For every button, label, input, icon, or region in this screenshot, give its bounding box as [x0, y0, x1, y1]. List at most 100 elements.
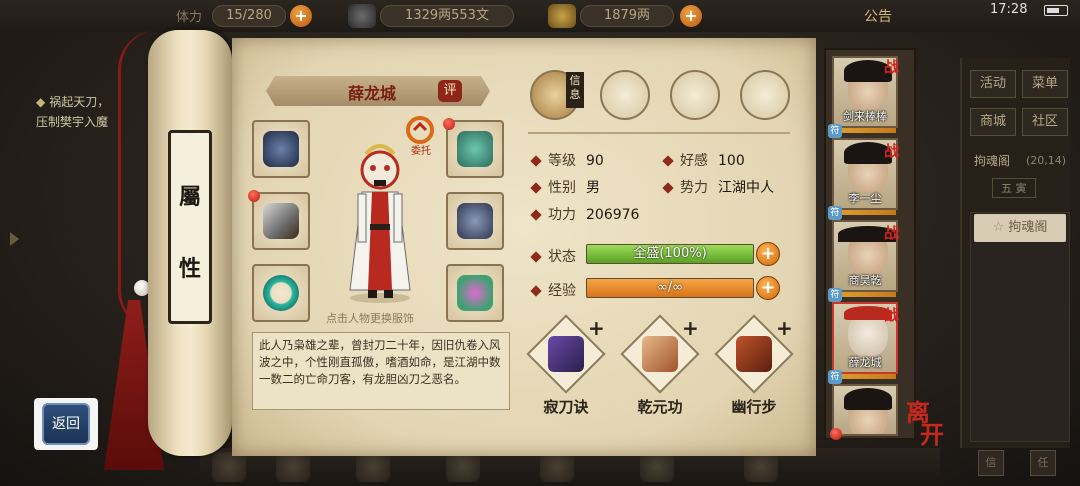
activity-button[interactable]: 活动 [970, 70, 1016, 98]
roster-cert-tag: 符 [828, 288, 842, 302]
stat-power: 功力 206976 [530, 204, 640, 224]
location-tag-label: 拘魂阁 [1008, 220, 1048, 235]
lock-icon: ☆ [992, 220, 1005, 235]
roster-name: 商昊乾 [848, 274, 882, 287]
leave-label-2: 开 [920, 420, 944, 449]
battle-tag: 战 [884, 306, 900, 324]
skill-name: 幽行步 [731, 398, 777, 416]
diamond-bullet-icon [530, 155, 542, 167]
bottom-menu-icon-4[interactable] [446, 452, 480, 482]
gender-value: 男 [586, 180, 600, 196]
bottom-menu-icon-2[interactable] [276, 452, 310, 482]
quest-title: 祸起天刀， [49, 95, 110, 109]
affinity-value: 100 [718, 153, 745, 169]
level-label: 等级 [548, 153, 576, 169]
battery-icon [1044, 5, 1068, 16]
roster-card-5[interactable] [832, 384, 898, 436]
exp-label: 经验 [548, 283, 576, 299]
stat-gender: 性别男 [530, 177, 600, 197]
status-add-button[interactable]: + [756, 242, 780, 266]
scarf-icon [457, 131, 493, 167]
community-button[interactable]: 社区 [1022, 108, 1068, 136]
gauntlet-icon [263, 131, 299, 167]
bottom-menu-icon-3[interactable] [356, 452, 390, 482]
affinity-label: 好感 [680, 153, 708, 169]
battle-tag: 战 [884, 224, 900, 242]
stamina-add-button[interactable]: + [290, 5, 312, 27]
battle-tag: 战 [884, 142, 900, 160]
copper-coin-icon [348, 4, 376, 28]
diamond-bullet-icon [530, 251, 542, 263]
roster-alert-dot [830, 428, 842, 440]
status-bar-text: 全盛(100%) [633, 246, 707, 261]
skill-upgrade-plus-icon[interactable]: + [776, 316, 793, 340]
diamond-bullet-icon [662, 182, 674, 194]
menu-button[interactable]: 菜单 [1022, 70, 1068, 98]
game-screen: 体力 15/280 + 1329两553文 1879两 + 公告 17:28 ◆… [0, 0, 1080, 486]
rate-button[interactable]: 评 [438, 80, 462, 102]
bottom-menu-icon-7[interactable] [744, 452, 778, 482]
skill-upgrade-plus-icon[interactable]: + [588, 316, 605, 340]
notice-button[interactable]: 公告 [864, 6, 892, 26]
roster-level-bar [834, 374, 896, 379]
skill-name: 乾元功 [637, 398, 683, 416]
character-name: 薛龙城 [347, 84, 396, 103]
bottom-menu-icon-1[interactable] [212, 452, 246, 482]
equip-slot-armor[interactable] [446, 192, 504, 250]
stat-exp: 经验 [530, 280, 576, 300]
equip-slot-accessory[interactable] [446, 264, 504, 322]
shop-button[interactable]: 商城 [970, 108, 1016, 136]
faction-value: 江湖中人 [718, 180, 774, 196]
skill-upgrade-plus-icon[interactable]: + [682, 316, 699, 340]
meridian-tab-icon[interactable] [740, 70, 790, 120]
diamond-bullet-icon [662, 155, 674, 167]
exp-bar: ∞/∞ [586, 278, 754, 298]
blade-scroll-icon [548, 336, 584, 372]
scroll-map-tab-icon[interactable] [600, 70, 650, 120]
weapon-alert-dot [248, 190, 260, 202]
equip-slot-gloves[interactable] [252, 120, 310, 178]
back-button-label: 返回 [42, 403, 90, 445]
back-button[interactable]: 返回 [34, 398, 98, 450]
gold-add-button[interactable]: + [680, 5, 702, 27]
roster-level-bar [834, 210, 896, 215]
right-bottom-button-b[interactable]: 任 [1030, 450, 1056, 476]
time-of-day: 五 寅 [992, 178, 1036, 198]
roster-level-bar [834, 292, 896, 297]
bottom-menu-icon-5[interactable] [540, 452, 574, 482]
skill-slot-1[interactable]: + 寂刀诀 [526, 314, 608, 422]
location-name: 拘魂阁 [974, 154, 1011, 168]
neck-alert-dot [443, 118, 455, 130]
gender-label: 性别 [548, 180, 576, 196]
roster-cert-tag: 符 [828, 124, 842, 138]
exp-bar-text: ∞/∞ [656, 280, 684, 295]
bottom-menu-icon-6[interactable] [640, 452, 674, 482]
delegate-label: 委托 [411, 146, 431, 157]
tab-info-selected: 信息 [566, 72, 584, 108]
location-coords: (20,14) [1026, 154, 1067, 167]
gold-ingot-icon [548, 4, 576, 28]
status-bar: 全盛(100%) [586, 244, 754, 264]
equip-slot-neck[interactable] [446, 120, 504, 178]
leave-button[interactable]: 离开 [906, 401, 950, 452]
stamina-label: 体力 [176, 10, 203, 25]
scroll-title-char-2: 性 [178, 256, 201, 282]
status-label: 状态 [548, 249, 576, 265]
equip-slot-weapon[interactable] [252, 192, 310, 250]
expand-arrow-icon[interactable] [10, 232, 19, 246]
diamond-bullet-icon [530, 209, 542, 221]
roster-level-bar [834, 128, 896, 133]
location-panel [970, 212, 1070, 442]
qian-scroll-icon [642, 336, 678, 372]
skill-slot-3[interactable]: + 幽行步 [714, 314, 796, 422]
power-value: 206976 [586, 207, 640, 223]
yinyang-tab-icon[interactable] [670, 70, 720, 120]
change-outfit-hint: 点击人物更换服饰 [326, 312, 414, 325]
exp-add-button[interactable]: + [756, 276, 780, 300]
right-bottom-button-a[interactable]: 信 [978, 450, 1004, 476]
equip-slot-ring[interactable] [252, 264, 310, 322]
location-tag[interactable]: ☆ 拘魂阁 [974, 214, 1066, 242]
character-figure[interactable] [340, 132, 420, 304]
roster-cert-tag: 符 [828, 370, 842, 384]
skill-slot-2[interactable]: + 乾元功 [620, 314, 702, 422]
